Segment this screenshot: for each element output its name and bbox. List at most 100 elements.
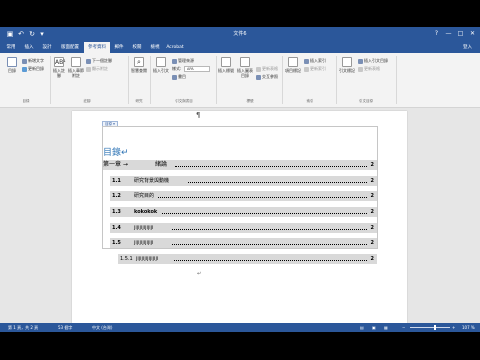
toc-entry-level1[interactable]: 第一章 → 緒論 2 [103, 160, 377, 170]
update-table-button[interactable]: 更新目錄 [22, 66, 44, 72]
update-index-button[interactable]: 更新索引 [304, 66, 326, 72]
toc-leader-dots [174, 260, 367, 261]
mark-citation-label: 引文標記 [339, 68, 355, 73]
ribbon-separator [336, 56, 337, 104]
refresh-icon [304, 66, 309, 72]
zoom-in-icon[interactable]: + [452, 323, 455, 332]
manage-sources-icon [172, 58, 177, 64]
document-page[interactable]: ¶ 目錄 ▾ 目錄↵ 第一章 → 緒論 2 1.1 研究背景與動機 2 1.2 … [72, 111, 407, 326]
smart-lookup-label: 智慧查閱 [131, 68, 147, 73]
toc-entry-text: jijijijijijiji [134, 225, 154, 231]
insert-endnote-button[interactable]: 插入章節附註 [68, 57, 84, 78]
insert-index-icon [304, 58, 309, 64]
close-button[interactable]: ✕ [468, 29, 477, 39]
group-label-citations: 引文與書目 [175, 99, 193, 103]
tab-mailings[interactable]: 郵件 [112, 42, 126, 53]
zoom-level[interactable]: 107 % [462, 323, 475, 332]
mark-citation-button[interactable]: 引文標記 [339, 57, 355, 73]
page-count[interactable]: 第 1 頁，共 2 頁 [8, 323, 38, 332]
tab-insert[interactable]: 插入 [22, 42, 36, 53]
show-notes-label: 顯示附註 [92, 66, 108, 71]
toc-entry-number: 1.3 [112, 209, 121, 215]
mark-entry-button[interactable]: 項目標記 [285, 57, 301, 73]
endnote-icon [71, 57, 81, 67]
add-text-button[interactable]: 新增文字 [22, 58, 44, 64]
insert-caption-button[interactable]: 插入標號 [218, 57, 234, 73]
minimize-button[interactable]: — [444, 29, 453, 39]
citation-icon [156, 57, 166, 67]
cross-reference-icon [256, 74, 261, 80]
toc-entry-text: 研究目的 [134, 193, 155, 199]
insert-caption-label: 插入標號 [218, 68, 234, 73]
bibliography-button[interactable]: 書目 [172, 74, 186, 80]
toc-leader-dots [158, 197, 367, 198]
group-label-index: 索引 [306, 99, 314, 103]
toc-entry-number: 1.2 [112, 193, 121, 199]
smart-lookup-button[interactable]: ⌕ 智慧查閱 [131, 57, 147, 73]
print-layout-icon[interactable]: ▣ [372, 323, 376, 332]
update-authorities-button[interactable]: 更新表格 [358, 66, 380, 72]
bibliography-label: 書目 [178, 74, 186, 79]
show-notes-button[interactable]: 顯示附註 [86, 66, 108, 72]
tab-layout[interactable]: 版面配置 [58, 42, 82, 53]
toc-entry-level2[interactable]: 1.1 研究背景與動機 2 [110, 176, 377, 186]
toc-entry-text: 研究背景與動機 [134, 178, 170, 184]
update-index-label: 更新索引 [310, 66, 326, 71]
toc-entry-number: 1.5.1 [120, 256, 133, 262]
insert-citation-button[interactable]: 插入引文 [153, 57, 169, 73]
ribbon-separator [150, 56, 151, 104]
tab-home[interactable]: 常用 [4, 42, 18, 53]
tab-review[interactable]: 校閱 [130, 42, 144, 53]
table-of-figures-icon [240, 57, 250, 67]
read-mode-icon[interactable]: ▤ [360, 323, 364, 332]
citation-style-select[interactable]: APA [184, 66, 210, 72]
mark-entry-label: 項目標記 [285, 68, 301, 73]
tab-acrobat[interactable]: Acrobat [164, 42, 186, 53]
toc-entry-number: 1.4 [112, 225, 121, 231]
paragraph-mark: ↵ [197, 271, 202, 277]
word-count[interactable]: 53 個字 [58, 323, 72, 332]
insert-authorities-button[interactable]: 插入引文目錄 [358, 58, 388, 64]
toc-entry-level2[interactable]: 1.2 研究目的 2 [110, 191, 377, 201]
insert-index-button[interactable]: 插入索引 [304, 58, 326, 64]
ribbon-separator [216, 56, 217, 104]
ribbon-separator [50, 56, 51, 104]
tab-design[interactable]: 設計 [40, 42, 54, 53]
refresh-icon [358, 66, 363, 72]
update-table-figures-button[interactable]: 更新表格 [256, 66, 278, 72]
toc-entry-level3[interactable]: 1.5.1 jijijijijijijiji 2 [118, 254, 377, 264]
toc-entry-page: 2 [370, 225, 374, 231]
manage-sources-button[interactable]: 管理來源 [172, 58, 194, 64]
title-bar: ▣ ↶ ↻ ▾ 文件6 ? — □ ✕ [0, 27, 480, 42]
zoom-out-icon[interactable]: − [402, 323, 405, 332]
toc-button-label: 目錄 [8, 68, 16, 73]
update-authorities-label: 更新表格 [364, 66, 380, 71]
zoom-slider[interactable] [410, 325, 450, 330]
web-layout-icon[interactable]: ▦ [384, 323, 388, 332]
sign-in-link[interactable]: 登入 [463, 42, 472, 53]
tab-references[interactable]: 參考資料 [84, 42, 110, 53]
ribbon-separator [282, 56, 283, 104]
toc-leader-dots [188, 182, 367, 183]
next-footnote-button[interactable]: 下一個註腳 [86, 58, 112, 64]
manage-sources-label: 管理來源 [178, 58, 194, 63]
insert-footnote-button[interactable]: AB¹ 插入註腳 [52, 57, 66, 78]
style-label: 樣式: [172, 66, 181, 72]
maximize-button[interactable]: □ [456, 29, 465, 39]
refresh-icon [256, 66, 261, 72]
toc-entry-level2[interactable]: 1.3 kokokok 2 [110, 207, 377, 217]
toc-entry-text: kokokok [134, 209, 158, 215]
toc-entry-level2[interactable]: 1.5 jijijijijijiji 2 [110, 238, 377, 248]
toc-button[interactable]: 目錄 [4, 57, 20, 73]
toc-entry-level2[interactable]: 1.4 jijijijijijiji 2 [110, 223, 377, 233]
tab-view[interactable]: 檢視 [148, 42, 162, 53]
language-indicator[interactable]: 中文 (台灣) [92, 323, 112, 332]
help-button[interactable]: ? [432, 29, 441, 39]
zoom-slider-thumb[interactable] [434, 325, 436, 330]
cross-reference-button[interactable]: 交互參照 [256, 74, 278, 80]
toc-entry-number: 1.1 [112, 178, 121, 184]
insert-authorities-icon [358, 58, 363, 64]
mark-citation-icon [342, 57, 352, 67]
table-of-contents-icon [7, 57, 17, 67]
insert-table-of-figures-button[interactable]: 插入圖表目錄 [236, 57, 254, 78]
